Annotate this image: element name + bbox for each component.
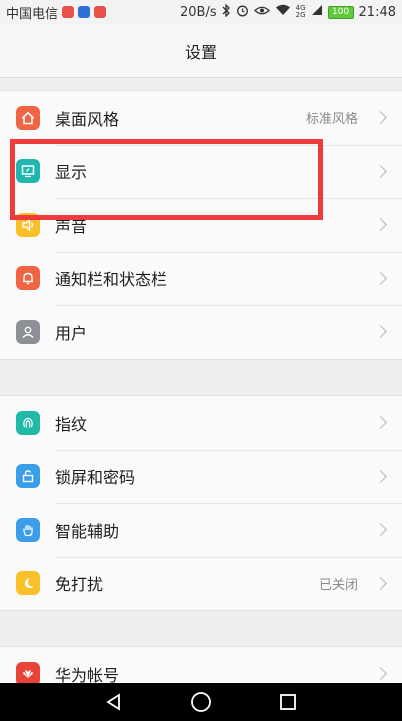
sport-app-icon: [78, 6, 91, 18]
home-icon: [16, 105, 40, 130]
settings-item-fingerprint[interactable]: 指纹: [0, 396, 402, 450]
settings-item-label: 锁屏和密码: [55, 468, 136, 488]
settings-item-label: 通知栏和状态栏: [55, 270, 168, 290]
settings-item-desktop-style[interactable]: 桌面风格 标准风格: [0, 91, 402, 145]
settings-item-label: 桌面风格: [55, 109, 120, 129]
notification-app-icon: [62, 6, 75, 18]
chevron-right-icon: [374, 325, 387, 339]
chevron-right-icon: [374, 218, 387, 232]
settings-group-1: 桌面风格 标准风格 显示 声音 通知栏和状态栏 用户: [0, 90, 402, 360]
chevron-right-icon: [374, 164, 387, 178]
user-icon: [16, 319, 40, 344]
bell-icon: [16, 266, 40, 291]
settings-item-notifications[interactable]: 通知栏和状态栏: [0, 251, 402, 306]
settings-item-lock-screen[interactable]: 锁屏和密码: [0, 449, 402, 504]
chevron-right-icon: [374, 111, 387, 125]
carrier-label: 中国电信: [6, 6, 59, 22]
hand-icon: [16, 517, 40, 542]
settings-item-smart-assist[interactable]: 智能辅助: [0, 503, 402, 557]
battery-indicator: 100: [327, 5, 354, 19]
settings-item-label: 智能辅助: [55, 521, 120, 541]
chevron-right-icon: [374, 469, 387, 483]
settings-item-label: 指纹: [55, 414, 88, 434]
alarm-icon: [236, 4, 249, 21]
title-bar: 设置: [0, 24, 402, 78]
chevron-right-icon: [374, 667, 387, 681]
settings-item-do-not-disturb[interactable]: 免打扰 已关闭: [0, 556, 402, 611]
fingerprint-icon: [16, 410, 40, 435]
wifi-icon: [275, 4, 291, 20]
lock-icon: [16, 464, 40, 489]
home-button[interactable]: [190, 691, 212, 713]
moon-icon: [16, 571, 40, 596]
chevron-right-icon: [374, 271, 387, 285]
recent-square-icon: [280, 694, 297, 710]
home-circle-icon: [191, 692, 211, 712]
signal-icon: [311, 4, 323, 20]
status-bar: 中国电信 20B/s 4G 2G 100 21:48: [0, 0, 402, 24]
navigation-bar: [0, 683, 402, 721]
sim-app-icon: [94, 6, 107, 18]
recent-apps-button[interactable]: [277, 691, 299, 713]
settings-group-2: 指纹 锁屏和密码 智能辅助 免打扰 已关闭: [0, 395, 402, 611]
settings-item-label: 用户: [55, 323, 88, 343]
chevron-right-icon: [374, 416, 387, 430]
bluetooth-icon: [222, 2, 231, 21]
page-title: 设置: [184, 42, 217, 62]
settings-item-value: 已关闭: [318, 577, 358, 593]
back-triangle-icon: [105, 693, 120, 711]
clock: 21:48: [358, 4, 396, 20]
chevron-right-icon: [374, 523, 387, 537]
eye-icon: [253, 5, 270, 20]
chevron-right-icon: [374, 576, 387, 590]
back-button[interactable]: [103, 691, 125, 713]
network-speed: 20B/s: [180, 4, 217, 20]
settings-item-label: 免打扰: [55, 575, 104, 595]
network-type: 4G 2G: [295, 4, 306, 19]
highlight-box: [10, 139, 323, 220]
settings-item-users[interactable]: 用户: [0, 305, 402, 359]
settings-item-value: 标准风格: [305, 112, 358, 128]
